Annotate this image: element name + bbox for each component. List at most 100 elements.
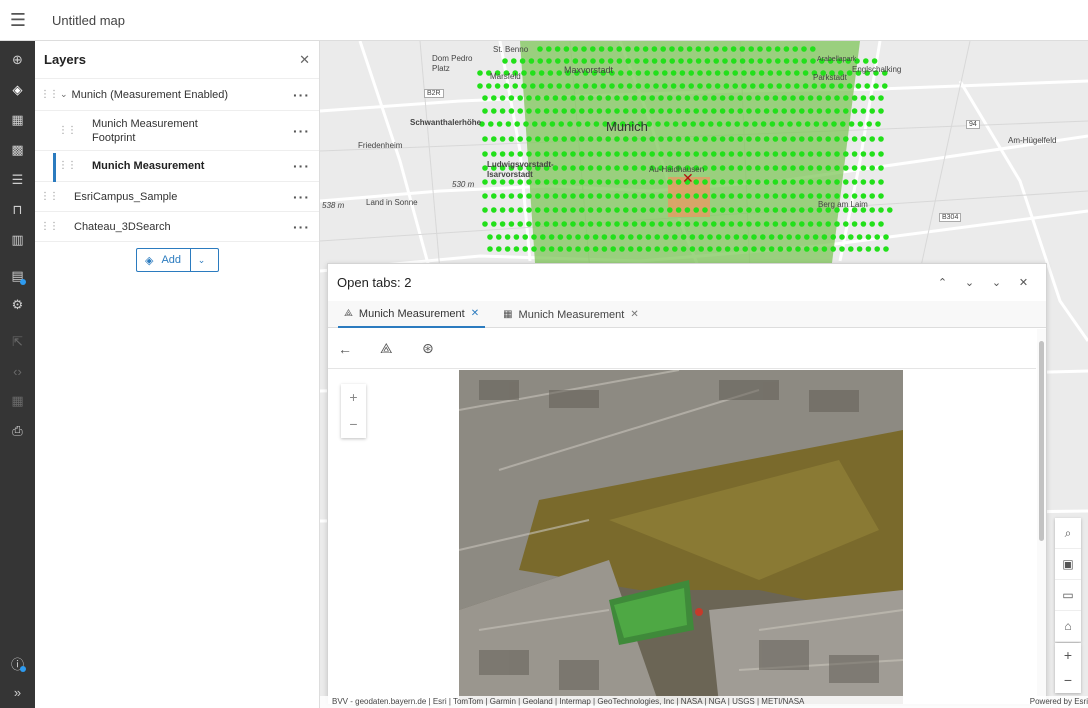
app-title: Untitled map [52, 12, 125, 28]
powered-by[interactable]: Powered by Esri [1030, 696, 1088, 708]
table-icon[interactable]: ▦ [0, 105, 35, 135]
map-label: 530 m [452, 180, 475, 189]
viewer-scrollbar[interactable] [1037, 329, 1046, 702]
chevron-down-icon[interactable]: ⌄ [190, 249, 212, 271]
open-tabs-window: Open tabs: 2 ⌃ ⌄ ⌄ ✕ ⟁ Munich Measuremen… [327, 263, 1047, 704]
layer-item-esricampus[interactable]: ⋮⋮ EsriCampus_Sample ··· [35, 182, 319, 212]
add-icon[interactable]: ⊕ [0, 45, 35, 75]
tab-munich-measurement-table[interactable]: ▦ Munich Measurement ✕ [497, 301, 645, 328]
map-label: 538 m [322, 201, 345, 210]
layer-label: Munich (Measurement Enabled) [71, 88, 229, 101]
map-label: Marsfeld [490, 72, 521, 81]
viewer-zoom-control: + − [341, 384, 366, 438]
info-icon[interactable]: ⓘ [0, 648, 35, 678]
map-label: Friedenheim [358, 141, 403, 150]
attribution-text: BVV - geodaten.bayern.de | Esri | TomTom… [332, 697, 805, 706]
zoom-out-icon[interactable]: − [1055, 668, 1081, 693]
map-label: Schwanthalerhöhe [410, 118, 482, 127]
close-icon[interactable]: ✕ [1010, 276, 1037, 289]
close-tab-icon[interactable]: ✕ [471, 308, 479, 319]
drag-handle-icon[interactable]: ⋮⋮ [40, 191, 59, 201]
tab-label: Munich Measurement [518, 308, 625, 321]
print-icon[interactable]: ⎙ [0, 416, 35, 446]
app-header: ☰ Untitled map [0, 0, 1088, 41]
drag-handle-icon[interactable]: ⋮⋮ [40, 89, 59, 99]
map-label: St. Benno [493, 45, 529, 54]
bookmark-icon[interactable]: ⊓ [0, 195, 35, 225]
measure-icon: ⟁ [344, 308, 353, 319]
map-tools-group: ⌕ ▣ ▭ ⌂ [1055, 518, 1081, 642]
layer-item-chateau[interactable]: ⋮⋮ Chateau_3DSearch ··· [35, 212, 319, 242]
add-layer-button[interactable]: ◈ Add ⌄ [136, 248, 219, 272]
menu-icon[interactable]: ☰ [0, 0, 36, 41]
embed-icon[interactable]: ‹› [0, 356, 35, 386]
map-label: Am-Hügelfeld [1008, 136, 1057, 145]
map-label: Land in Sonne [366, 198, 418, 207]
expand-icon[interactable]: » [0, 677, 35, 707]
more-options-icon[interactable]: ··· [293, 219, 310, 235]
close-icon[interactable]: ✕ [299, 52, 310, 68]
more-options-icon[interactable]: ··· [293, 87, 310, 103]
zoom-in-icon[interactable]: + [1055, 643, 1081, 668]
layers-panel-title: Layers [44, 52, 86, 67]
measurement-toolbar: ← ⟁ ⊛ [328, 329, 1036, 369]
drag-handle-icon[interactable]: ⋮⋮ [58, 161, 77, 171]
more-options-icon[interactable]: ··· [293, 189, 310, 205]
map-label: Parkstadt [813, 73, 847, 82]
chevron-down-icon[interactable]: ⌄ [983, 276, 1010, 289]
share-icon[interactable]: ⇱ [0, 327, 35, 357]
map-zoom-control: + − [1055, 643, 1081, 693]
add-layer-label: Add [161, 254, 182, 266]
table-icon: ▦ [503, 309, 513, 320]
drag-handle-icon[interactable]: ⋮⋮ [58, 125, 77, 135]
close-tab-icon[interactable]: ✕ [630, 309, 638, 320]
drag-handle-icon[interactable]: ⋮⋮ [40, 221, 59, 231]
tab-munich-measurement-active[interactable]: ⟁ Munich Measurement ✕ [338, 301, 486, 328]
map-label: Au-Haidhausen [649, 165, 705, 174]
layer-label: Munich Measurement Footprint [92, 117, 198, 144]
zoom-in-icon[interactable]: + [341, 384, 366, 411]
layer-label: Munich Measurement [92, 160, 205, 172]
add-layer-icon: ◈ [145, 254, 154, 267]
basemap-icon[interactable]: ▩ [0, 135, 35, 165]
settings-icon[interactable]: ⚙ [0, 290, 35, 320]
layer-label: Chateau_3DSearch [74, 220, 171, 233]
tabs-icon[interactable]: ▤ [0, 261, 35, 291]
more-options-icon[interactable]: ··· [293, 158, 310, 174]
layer-item-munich-group[interactable]: ⋮⋮ ⌄ Munich (Measurement Enabled) ··· [35, 79, 319, 111]
more-options-icon[interactable]: ··· [293, 123, 310, 139]
layer-item-footprint[interactable]: ⋮⋮ Munich Measurement Footprint ··· [35, 111, 319, 151]
action-rail: ⊕ ◈ ▦ ▩ ☰ ⊓ ▥ ▤ ⚙ ⇱ ‹› ▦ ⎙ ⓘ » [0, 41, 35, 708]
map-attribution: BVV - geodaten.bayern.de | Esri | TomTom… [320, 696, 1088, 708]
map-label: 94 [966, 120, 980, 129]
map-label: Arabellapark [817, 56, 857, 63]
layers-panel-header: Layers ✕ [35, 41, 319, 79]
home-icon[interactable]: ⌂ [1055, 611, 1081, 642]
layers-panel: Layers ✕ ⋮⋮ ⌄ Munich (Measurement Enable… [35, 41, 320, 708]
map-labels: St. Benno Dom Pedro Platz Marsfeld Maxvo… [320, 41, 1088, 271]
back-arrow-icon[interactable]: ← [338, 341, 380, 357]
image-search-icon[interactable]: ⊛ [422, 340, 464, 357]
collapse-up-icon[interactable]: ⌃ [929, 276, 956, 289]
chart-icon[interactable]: ▥ [0, 225, 35, 255]
map-label: Munich [606, 119, 648, 134]
image-viewer[interactable]: + − [328, 370, 1036, 704]
scrollbar-thumb[interactable] [1039, 341, 1044, 541]
measure-tool-icon[interactable]: ⟁ [380, 340, 422, 357]
screen-icon[interactable]: ▭ [1055, 580, 1081, 611]
legend-icon[interactable]: ☰ [0, 165, 35, 195]
chevron-down-icon[interactable]: ⌄ [60, 89, 68, 100]
search-icon[interactable]: ⌕ [1055, 518, 1081, 549]
collapse-down-icon[interactable]: ⌄ [956, 276, 983, 289]
map-label: B304 [939, 213, 962, 222]
selected-indicator [53, 153, 56, 182]
tab-strip: ⟁ Munich Measurement ✕ ▦ Munich Measurem… [328, 301, 1046, 328]
layer-item-measurement[interactable]: ⋮⋮ Munich Measurement ··· [35, 151, 319, 182]
map-label: Ludwigsvorstadt- Isarvorstadt [487, 160, 554, 179]
apps-icon[interactable]: ▦ [0, 386, 35, 416]
zoom-out-icon[interactable]: − [341, 411, 366, 438]
layers-icon[interactable]: ◈ [0, 75, 35, 105]
layer-list-icon[interactable]: ▣ [1055, 549, 1081, 580]
map-label: Berg am Laim [818, 200, 868, 209]
open-tabs-title: Open tabs: 2 [337, 275, 412, 290]
